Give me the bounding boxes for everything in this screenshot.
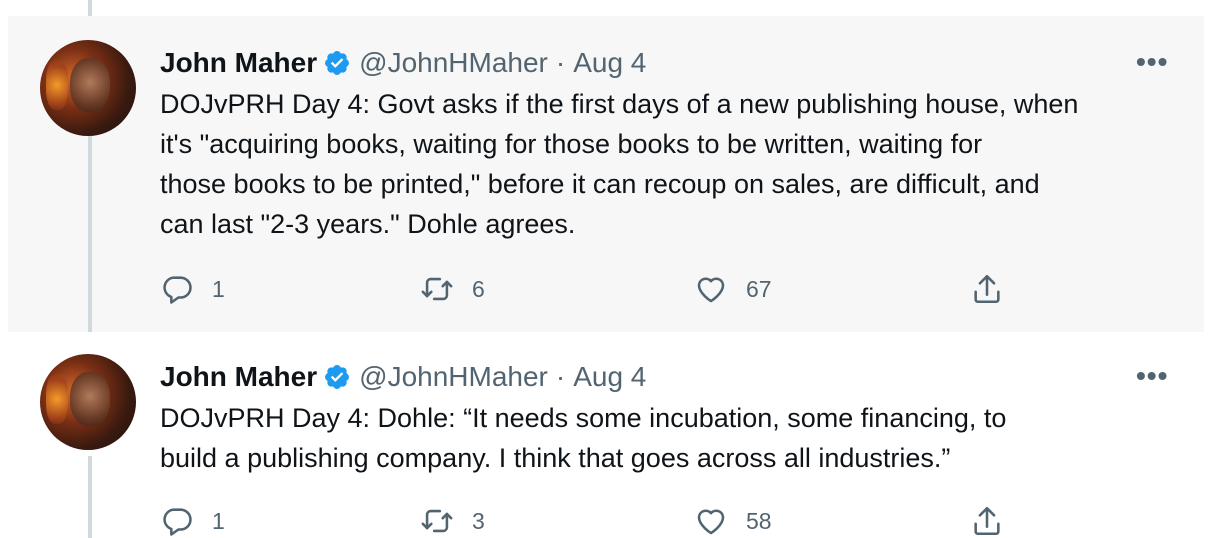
tweet-header: John Maher @JohnHMaher · Aug 4 [160, 44, 646, 79]
tweet-text: DOJvPRH Day 4: Dohle: “It needs some inc… [160, 398, 1006, 478]
avatar-photo-glow [46, 60, 68, 110]
author-name[interactable]: John Maher [160, 361, 317, 393]
thread-line-2 [88, 456, 92, 538]
tweet-1[interactable]: John Maher @JohnHMaher · Aug 4 ••• DOJvP… [8, 16, 1204, 332]
tweet-text-line: DOJvPRH Day 4: Govt asks if the first da… [160, 89, 1079, 119]
like-button[interactable]: 67 [694, 272, 772, 306]
more-icon[interactable]: ••• [1136, 360, 1168, 392]
retweet-button[interactable]: 3 [420, 504, 485, 538]
tweet-text: DOJvPRH Day 4: Govt asks if the first da… [160, 84, 1078, 244]
verified-badge-icon [323, 49, 351, 77]
tweet-text-line: those books to be printed," before it ca… [160, 169, 1040, 199]
author-name[interactable]: John Maher [160, 47, 317, 79]
header-separator: · [555, 47, 566, 78]
author-handle[interactable]: @JohnHMaher [359, 47, 548, 79]
reply-button[interactable]: 1 [160, 504, 225, 538]
tweet-date[interactable]: Aug 4 [573, 47, 646, 79]
verified-badge-icon [323, 363, 351, 391]
heart-icon [697, 277, 725, 303]
share-button[interactable] [970, 504, 1004, 538]
tweet-text-line: DOJvPRH Day 4: Dohle: “It needs some inc… [160, 403, 1007, 433]
retweet-count: 6 [472, 275, 485, 302]
thread-line-1 [88, 136, 92, 332]
like-count: 67 [746, 275, 772, 302]
avatar-photo-face [70, 58, 110, 112]
tweet-text-line: can last "2-3 years." Dohle agrees. [160, 209, 576, 239]
author-handle[interactable]: @JohnHMaher [359, 361, 548, 393]
share-icon [974, 274, 1000, 304]
reply-icon [163, 508, 192, 536]
retweet-button[interactable]: 6 [420, 272, 485, 306]
thread-line-top [88, 0, 92, 16]
more-icon[interactable]: ••• [1136, 46, 1168, 78]
reply-icon [163, 276, 192, 304]
tweet-date[interactable]: Aug 4 [573, 361, 646, 393]
like-count: 58 [746, 507, 772, 534]
tweet-2[interactable]: John Maher @JohnHMaher · Aug 4 ••• DOJvP… [0, 332, 1224, 538]
avatar-photo-glow [46, 374, 68, 424]
share-button[interactable] [970, 272, 1004, 306]
tweet-header: John Maher @JohnHMaher · Aug 4 [160, 358, 646, 393]
header-separator: · [555, 361, 566, 392]
tweet-text-line: build a publishing company. I think that… [160, 443, 951, 473]
tweet-text-line: it's "acquiring books, waiting for those… [160, 129, 983, 159]
retweet-count: 3 [472, 507, 485, 534]
reply-count: 1 [212, 507, 225, 534]
like-button[interactable]: 58 [694, 504, 772, 538]
reply-button[interactable]: 1 [160, 272, 225, 306]
reply-count: 1 [212, 275, 225, 302]
share-icon [974, 506, 1000, 536]
retweet-icon [421, 509, 453, 533]
avatar[interactable] [40, 40, 136, 136]
heart-icon [697, 509, 725, 535]
avatar[interactable] [40, 354, 136, 450]
retweet-icon [421, 277, 453, 301]
avatar-photo-face [70, 372, 110, 426]
